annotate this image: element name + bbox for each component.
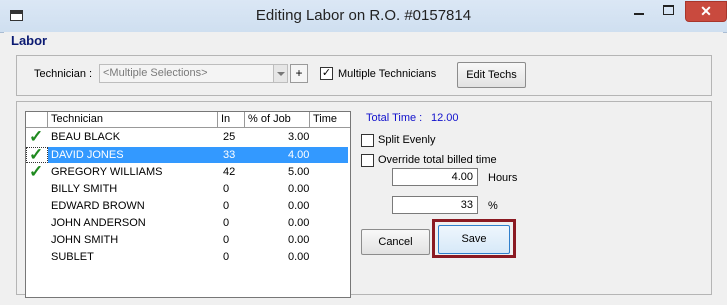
cell-technician: GREGORY WILLIAMS	[51, 166, 163, 178]
checkmark-icon: ✓	[321, 67, 332, 79]
window-title: Editing Labor on R.O. #0157814	[255, 7, 472, 24]
header-in[interactable]: In	[218, 112, 245, 127]
cell-pct: 0	[223, 200, 230, 212]
header-check	[26, 112, 48, 127]
checkmark-icon: ✓	[29, 162, 44, 181]
cell-technician: EDWARD BROWN	[51, 200, 145, 212]
chevron-down-icon[interactable]	[273, 65, 287, 82]
add-technician-button[interactable]: +	[290, 64, 308, 83]
cell-pct: 0	[223, 183, 230, 195]
close-button[interactable]: ✕	[685, 1, 727, 22]
cell-pct: 25	[223, 131, 236, 143]
override-billed-time-label: Override total billed time	[378, 154, 497, 166]
cell-time: 5.00	[288, 166, 310, 178]
table-row[interactable]: EDWARD BROWN 0 0.00	[26, 198, 350, 215]
cell-time: 0.00	[288, 200, 310, 212]
override-billed-time-checkbox[interactable]	[361, 154, 374, 167]
save-button[interactable]: Save	[438, 225, 510, 254]
cell-pct: 0	[223, 234, 230, 246]
table-row[interactable]: JOHN ANDERSON 0 0.00	[26, 215, 350, 232]
total-time-value: 12.00	[431, 112, 459, 124]
cell-pct: 33	[223, 149, 236, 161]
technician-select[interactable]: <Multiple Selections>	[99, 64, 288, 83]
checkmark-icon: ✓	[29, 127, 44, 146]
percent-label: %	[488, 200, 498, 212]
table-row[interactable]: SUBLET 0 0.00	[26, 249, 350, 266]
technician-grid[interactable]: Technician In % of Job Time ✓ BEAU BLACK…	[25, 111, 351, 298]
maximize-button[interactable]	[654, 1, 684, 20]
header-pct-of-job[interactable]: % of Job	[245, 112, 310, 127]
title-bar: Editing Labor on R.O. #0157814 ✕	[0, 0, 727, 33]
table-row[interactable]: ✓ BEAU BLACK 25 3.00	[26, 127, 350, 146]
section-title: Labor	[11, 33, 48, 48]
grid-header: Technician In % of Job Time	[26, 112, 350, 128]
multiple-technicians-label: Multiple Technicians	[338, 68, 437, 80]
cell-time: 3.00	[288, 131, 310, 143]
total-time-label: Total Time :	[366, 112, 423, 124]
cell-time: 4.00	[288, 149, 310, 161]
close-icon: ✕	[700, 3, 712, 19]
header-time[interactable]: Time	[310, 112, 350, 127]
cell-pct: 42	[223, 166, 236, 178]
cell-time: 0.00	[288, 251, 310, 263]
table-row-selected[interactable]: ✓ DAVID JONES 33 4.00	[26, 145, 350, 164]
cell-technician: JOHN ANDERSON	[51, 217, 146, 229]
hours-field[interactable]: 4.00	[392, 168, 478, 186]
percent-field[interactable]: 33	[392, 196, 478, 214]
minimize-button[interactable]	[624, 1, 654, 20]
cell-technician: JOHN SMITH	[51, 234, 119, 246]
table-row[interactable]: BILLY SMITH 0 0.00	[26, 181, 350, 198]
table-row[interactable]: ✓ GREGORY WILLIAMS 42 5.00	[26, 162, 350, 181]
cell-technician: SUBLET	[51, 251, 94, 263]
cell-time: 0.00	[288, 183, 310, 195]
header-technician[interactable]: Technician	[48, 112, 218, 127]
table-row[interactable]: JOHN SMITH 0 0.00	[26, 232, 350, 249]
hours-label: Hours	[488, 172, 518, 184]
cell-time: 0.00	[288, 234, 310, 246]
cell-pct: 0	[223, 251, 230, 263]
cell-time: 0.00	[288, 217, 310, 229]
technician-select-value: <Multiple Selections>	[103, 67, 208, 79]
split-evenly-checkbox[interactable]	[361, 134, 374, 147]
edit-techs-button[interactable]: Edit Techs	[457, 62, 526, 88]
cell-technician: BEAU BLACK	[51, 131, 121, 143]
technician-label: Technician :	[34, 68, 93, 80]
cell-technician: DAVID JONES	[51, 149, 124, 161]
cell-pct: 0	[223, 217, 230, 229]
cell-technician: BILLY SMITH	[51, 183, 118, 195]
cancel-button[interactable]: Cancel	[361, 229, 430, 255]
split-evenly-label: Split Evenly	[378, 134, 436, 146]
multiple-technicians-checkbox[interactable]: ✓	[320, 67, 333, 80]
